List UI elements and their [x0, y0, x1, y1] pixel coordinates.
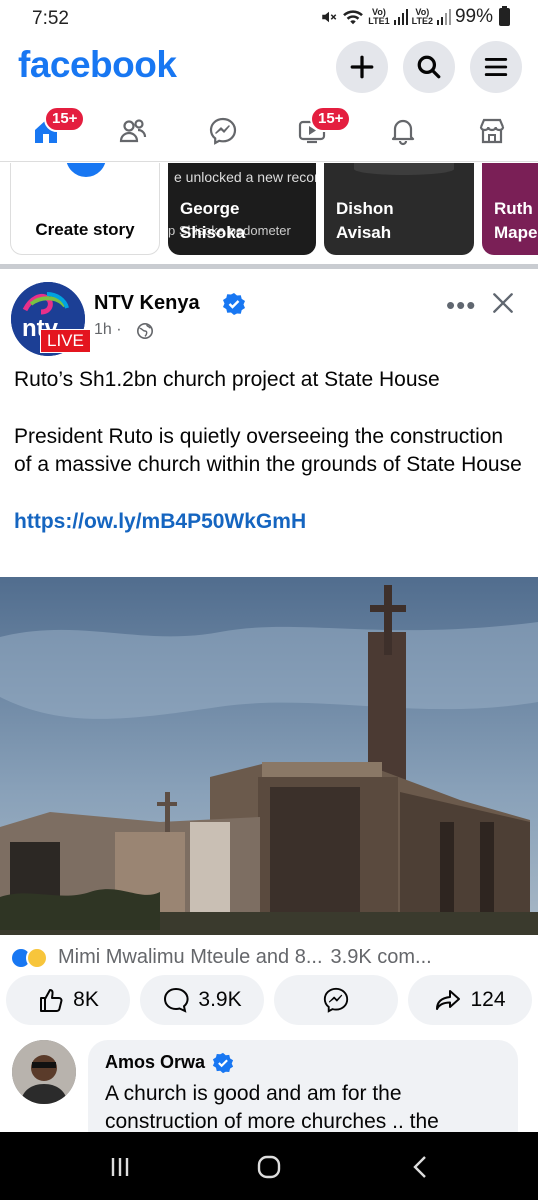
messenger-icon — [323, 987, 349, 1013]
search-icon — [417, 55, 441, 79]
comment-author[interactable]: Amos Orwa — [105, 1052, 205, 1073]
sim2-label: Vo) LTE2 — [411, 7, 433, 26]
comment-icon — [164, 987, 189, 1013]
globe-icon — [136, 322, 154, 340]
sim1-label: Vo) LTE1 — [368, 7, 390, 26]
plus-icon — [62, 163, 110, 181]
nav-messenger[interactable] — [193, 108, 253, 154]
church-image — [0, 577, 538, 935]
status-icons: Vo) LTE1 Vo) LTE2 99% — [320, 6, 510, 28]
comments-count-text[interactable]: 3.9K com... — [331, 946, 432, 969]
main-nav: 15+ 15+ — [0, 100, 538, 162]
signal-icon — [393, 9, 408, 25]
app-header: facebook — [0, 36, 538, 96]
story-name: Dishon Avisah — [336, 199, 394, 242]
thumbs-up-icon — [40, 989, 63, 1012]
share-icon — [436, 990, 461, 1010]
plus-icon — [350, 55, 374, 79]
battery-percent: 99% — [454, 6, 493, 27]
share-count: 124 — [470, 988, 506, 1011]
reactions-summary[interactable]: Mimi Mwalimu Mteule and 8... 3.9K com... — [10, 942, 530, 972]
nav-notifications[interactable] — [373, 108, 433, 154]
nav-friends[interactable] — [103, 108, 163, 154]
close-icon[interactable] — [490, 290, 516, 316]
send-messenger-button[interactable] — [274, 975, 398, 1025]
story-card[interactable]: Ruth Mape — [482, 163, 538, 255]
comment-button[interactable]: 3.9K — [140, 975, 264, 1025]
post-link[interactable]: https://ow.ly/mB4P50WkGmH — [14, 508, 524, 537]
back-icon[interactable] — [406, 1152, 436, 1182]
home-badge: 15+ — [44, 106, 86, 132]
signal-icon — [436, 9, 451, 25]
mute-icon — [322, 11, 337, 23]
create-button[interactable] — [336, 41, 388, 93]
story-thumbnail — [354, 163, 454, 175]
menu-icon — [484, 58, 508, 76]
verified-icon — [223, 293, 245, 315]
post-actions: 8K 3.9K 124 — [0, 975, 538, 1027]
video-badge: 15+ — [310, 106, 352, 132]
comment-text: A church is good and am for the construc… — [105, 1082, 439, 1133]
reactions-text: Mimi Mwalimu Mteule and 8... — [58, 945, 323, 968]
wifi-icon — [343, 10, 364, 25]
post-meta: 1h · — [94, 321, 122, 338]
commenter-avatar[interactable] — [12, 1040, 76, 1104]
notifications-icon — [391, 119, 415, 146]
post-time[interactable]: 1h — [94, 321, 112, 338]
messenger-icon — [209, 117, 237, 145]
status-time: 7:52 — [32, 8, 69, 29]
reaction-icons — [10, 945, 54, 969]
menu-button[interactable] — [470, 41, 522, 93]
comment-count: 3.9K — [198, 988, 242, 1011]
status-bar: 7:52 Vo) LTE1 Vo) LTE2 99% — [0, 0, 538, 36]
live-badge: LIVE — [40, 329, 91, 353]
recent-apps-icon[interactable] — [105, 1152, 135, 1182]
post-text: Ruto’s Sh1.2bn church project at State H… — [14, 366, 524, 564]
story-overlay-text: e unlocked a new record — [174, 169, 316, 185]
like-button[interactable]: 8K — [6, 975, 130, 1025]
story-card[interactable]: Dishon Avisah — [324, 163, 474, 255]
avatar — [12, 1040, 76, 1104]
story-name: Ruth Mape — [494, 199, 538, 242]
post-body: President Ruto is quietly overseeing the… — [14, 424, 522, 477]
marketplace-icon — [479, 118, 505, 144]
system-navigation-bar — [0, 1132, 538, 1200]
search-button[interactable] — [403, 41, 455, 93]
post-image[interactable] — [0, 577, 538, 935]
nav-marketplace[interactable] — [462, 108, 522, 154]
create-story-label: Create story — [35, 220, 135, 239]
like-count: 8K — [73, 988, 99, 1011]
home-button-icon[interactable] — [254, 1152, 284, 1182]
story-card[interactable]: e unlocked a new record p Shisoka pedome… — [168, 163, 316, 255]
post-author[interactable]: NTV Kenya — [94, 292, 200, 315]
friends-icon — [119, 119, 147, 143]
battery-icon — [499, 6, 510, 26]
haha-reaction-icon — [26, 947, 48, 969]
create-story-card[interactable]: Create story — [10, 163, 160, 255]
stories-tray: Create story e unlocked a new record p S… — [0, 163, 538, 262]
feed-divider — [0, 264, 538, 269]
facebook-logo[interactable]: facebook — [18, 44, 177, 86]
post-headline: Ruto’s Sh1.2bn church project at State H… — [14, 368, 440, 391]
share-button[interactable]: 124 — [408, 975, 532, 1025]
verified-icon — [212, 1052, 234, 1074]
more-options-button[interactable]: ••• — [446, 290, 476, 321]
story-name: George Shisoka — [180, 199, 246, 242]
